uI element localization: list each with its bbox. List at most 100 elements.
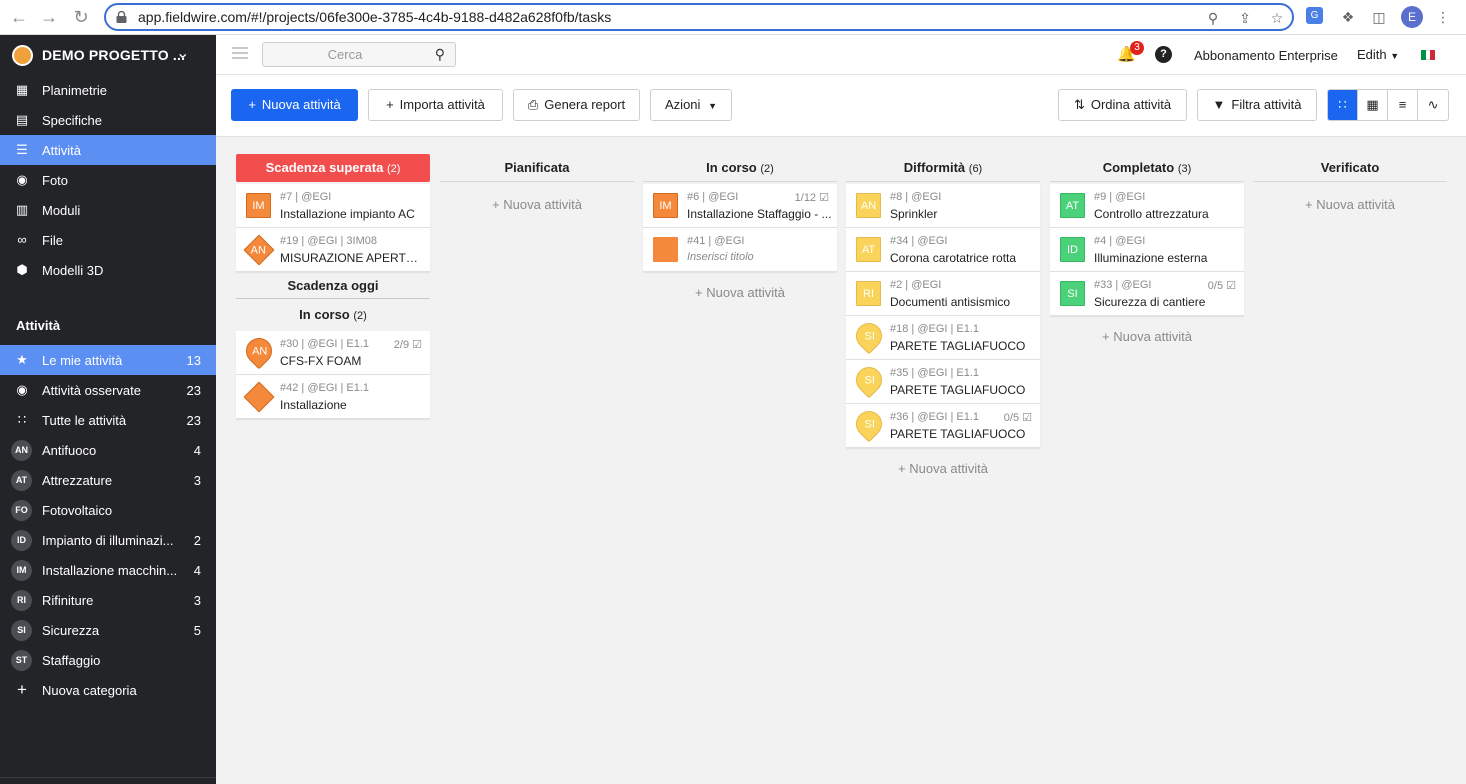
address-bar[interactable]: app.fieldwire.com/#!/projects/06fe300e-3… [104, 3, 1294, 31]
sidebar-category-rifiniture[interactable]: RI Rifiniture 3 [0, 585, 216, 615]
sidebar-item-label: Impianto di illuminazi... [42, 533, 174, 548]
sort-tasks-button[interactable]: ⇅ Ordina attività [1058, 89, 1187, 121]
task-card[interactable]: SI #36 | @EGI | E1.1 PARETE TAGLIAFUOCO … [846, 404, 1040, 448]
side-panel-icon[interactable]: ◫ [1369, 7, 1389, 27]
sidebar-filter-my-tasks[interactable]: ★ Le mie attività 13 [0, 345, 216, 375]
profile-avatar[interactable]: E [1401, 6, 1423, 28]
sidebar-item-label: Planimetrie [42, 83, 108, 98]
sidebar-item-label: Staffaggio [42, 653, 101, 668]
task-card[interactable]: AN #19 | @EGI | 3IM08 MISURAZIONE APERTU… [236, 228, 430, 272]
column-header-verified: Verificato [1253, 154, 1447, 182]
task-card[interactable]: SI #18 | @EGI | E1.1 PARETE TAGLIAFUOCO [846, 316, 1040, 360]
hamburger-menu-icon[interactable] [232, 47, 248, 61]
actions-dropdown[interactable]: Azioni ▼ [650, 89, 732, 121]
category-badge: ID [11, 530, 32, 551]
language-flag-icon[interactable] [1421, 50, 1436, 60]
printer-icon: ⎙ [527, 97, 539, 112]
task-card[interactable]: AN #8 | @EGI Sprinkler [846, 184, 1040, 228]
user-name: Edith [1357, 47, 1387, 62]
chart-view-icon[interactable]: ∿ [1418, 90, 1448, 120]
help-icon[interactable]: ? [1155, 46, 1172, 63]
calendar-view-icon[interactable]: ▦ [1358, 90, 1389, 120]
search-input[interactable] [265, 45, 425, 64]
sidebar-item-attivita[interactable]: ☰ Attività [0, 135, 216, 165]
sidebar-category-staffaggio[interactable]: ST Staffaggio [0, 645, 216, 675]
checkbox-icon: ☑ [412, 339, 422, 351]
task-meta: #7 | @EGI [280, 191, 332, 203]
sidebar-filter-watched-tasks[interactable]: ◉ Attività osservate 23 [0, 375, 216, 405]
chevron-down-icon[interactable]: ⌄ [176, 43, 189, 63]
back-arrow-icon[interactable]: ← [8, 6, 30, 28]
sidebar-item-label: Attività [42, 143, 82, 158]
sidebar-item-foto[interactable]: ◉ Foto [0, 165, 216, 195]
grid-icon: ∷ [17, 412, 27, 427]
project-selector[interactable]: DEMO PROGETTO ... ⌄ [0, 35, 216, 75]
sidebar-category-installazione-macchine[interactable]: IM Installazione macchin... 4 [0, 555, 216, 585]
add-task-link[interactable]: + Nuova attività [1050, 329, 1244, 344]
column-count: (3) [1177, 163, 1192, 175]
search-icon[interactable]: ⚲ [435, 46, 445, 63]
column-title: In corso [706, 160, 757, 175]
sidebar-category-fotovoltaico[interactable]: FO Fotovoltaico [0, 495, 216, 525]
filter-tasks-button[interactable]: ▼ Filtra attività [1197, 89, 1317, 121]
add-task-link[interactable]: + Nuova attività [643, 285, 837, 300]
task-title: Sprinkler [890, 207, 938, 221]
add-task-link[interactable]: + Nuova attività [846, 461, 1040, 476]
translate-icon[interactable]: G [1306, 7, 1323, 24]
sidebar-item-label: Fotovoltaico [42, 503, 113, 518]
generate-report-button[interactable]: ⎙ Genera report [513, 89, 640, 121]
add-task-link[interactable]: + Nuova attività [440, 197, 634, 212]
import-tasks-button[interactable]: + Importa attività [368, 89, 503, 121]
sidebar-item-specifiche[interactable]: ▤ Specifiche [0, 105, 216, 135]
gantt-view-icon[interactable]: ≡ [1388, 90, 1419, 120]
extensions-puzzle-icon[interactable]: ❖ [1338, 7, 1358, 27]
reload-icon[interactable]: ↻ [70, 6, 92, 28]
button-label: Genera report [544, 97, 626, 112]
sidebar-item-file[interactable]: ∞ File [0, 225, 216, 255]
category-tag: IM [653, 193, 678, 218]
category-tag: AT [1060, 193, 1085, 218]
browser-toolbar: ← → ↻ app.fieldwire.com/#!/projects/06fe… [0, 0, 1466, 35]
task-card[interactable]: #41 | @EGI Inserisci titolo [643, 228, 837, 272]
sidebar-item-label: File [42, 233, 63, 248]
bookmark-star-icon[interactable]: ☆ [1268, 9, 1286, 27]
task-title: PARETE TAGLIAFUOCO [890, 427, 1026, 441]
caret-down-icon: ▼ [1390, 51, 1400, 61]
new-task-button[interactable]: + Nuova attività [231, 89, 358, 121]
task-card[interactable]: #42 | @EGI | E1.1 Installazione [236, 375, 430, 419]
sidebar-category-impianto-illuminazione[interactable]: ID Impianto di illuminazi... 2 [0, 525, 216, 555]
task-meta: #30 | @EGI | E1.1 [280, 338, 370, 350]
task-card[interactable]: IM #7 | @EGI Installazione impianto AC [236, 184, 430, 228]
sidebar-item-label: Antifuoco [42, 443, 97, 458]
sidebar-item-modelli-3d[interactable]: ⬢ Modelli 3D [0, 255, 216, 285]
task-card[interactable]: AN #30 | @EGI | E1.1 CFS-FX FOAM 2/9 ☑ [236, 331, 430, 375]
task-card[interactable]: SI #35 | @EGI | E1.1 PARETE TAGLIAFUOCO [846, 360, 1040, 404]
task-card[interactable]: SI #33 | @EGI Sicurezza di cantiere 0/5 … [1050, 272, 1244, 316]
zoom-icon[interactable]: ⚲ [1204, 9, 1222, 27]
add-task-link[interactable]: + Nuova attività [1253, 197, 1447, 212]
task-card[interactable]: AT #9 | @EGI Controllo attrezzatura [1050, 184, 1244, 228]
task-card[interactable]: AT #34 | @EGI Corona carotatrice rotta [846, 228, 1040, 272]
user-menu[interactable]: Edith ▼ [1357, 47, 1399, 62]
cube-icon: ⬢ [16, 262, 28, 277]
task-card[interactable]: RI #2 | @EGI Documenti antisismico [846, 272, 1040, 316]
column-title: Verificato [1320, 160, 1380, 175]
task-meta: #8 | @EGI [890, 191, 942, 203]
forward-arrow-icon[interactable]: → [38, 6, 60, 28]
sidebar-category-attrezzature[interactable]: AT Attrezzature 3 [0, 465, 216, 495]
sidebar-item-planimetrie[interactable]: ▦ Planimetrie [0, 75, 216, 105]
subscription-link[interactable]: Abbonamento Enterprise [1194, 48, 1338, 63]
sidebar-category-sicurezza[interactable]: SI Sicurezza 5 [0, 615, 216, 645]
task-card[interactable]: IM #6 | @EGI Installazione Staffaggio - … [643, 184, 837, 228]
project-name: DEMO PROGETTO ... [42, 47, 186, 63]
share-icon[interactable]: ⇪ [1236, 9, 1254, 27]
sidebar-new-category[interactable]: + Nuova categoria [0, 675, 216, 705]
task-card[interactable]: ID #4 | @EGI Illuminazione esterna [1050, 228, 1244, 272]
browser-menu-icon[interactable]: ⋮ [1433, 7, 1453, 27]
sidebar-category-antifuoco[interactable]: AN Antifuoco 4 [0, 435, 216, 465]
sidebar-item-moduli[interactable]: ▥ Moduli [0, 195, 216, 225]
plus-icon: + [248, 97, 256, 112]
sidebar-filter-all-tasks[interactable]: ∷ Tutte le attività 23 [0, 405, 216, 435]
board-view-icon[interactable]: ∷ [1328, 90, 1359, 120]
column-header-overdue: Scadenza superata (2) [236, 154, 430, 182]
